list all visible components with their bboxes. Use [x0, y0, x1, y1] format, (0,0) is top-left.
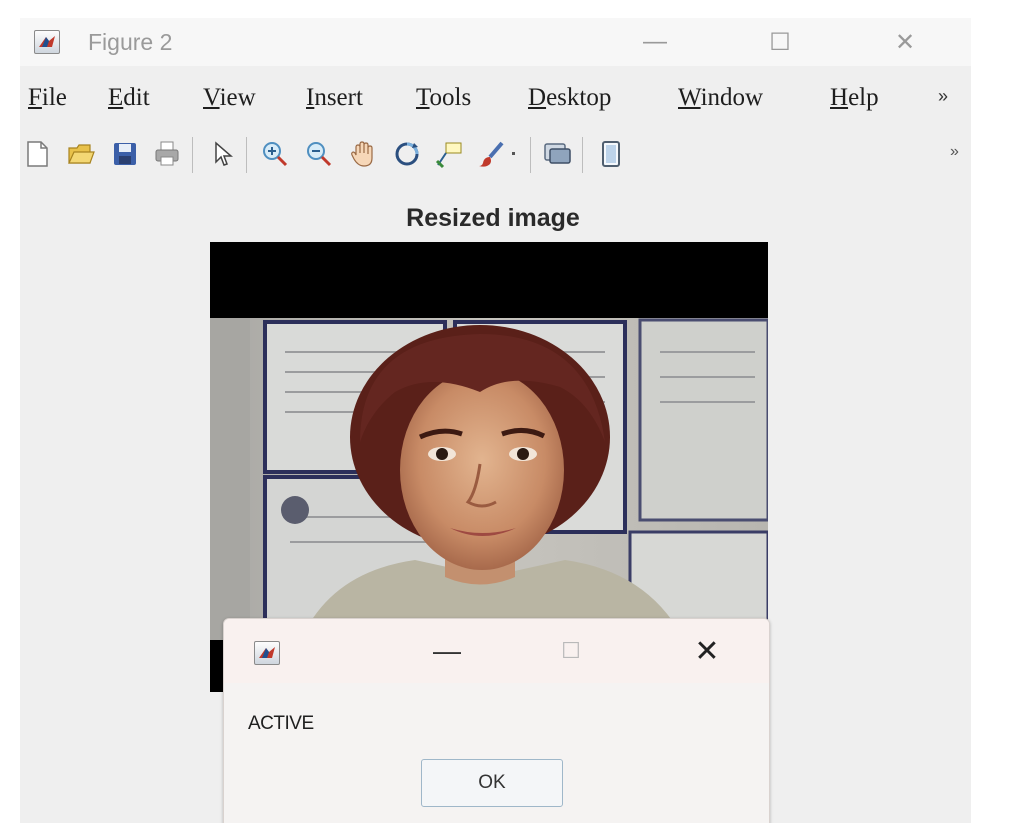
- toolbar-separator: [192, 137, 193, 173]
- toolbar-separator: [246, 137, 247, 173]
- menu-edit[interactable]: Edit: [108, 84, 150, 112]
- insert-colorbar-icon[interactable]: [594, 137, 628, 171]
- rotate-3d-icon[interactable]: [390, 137, 424, 171]
- menu-window-mnemonic: W: [678, 84, 701, 111]
- title-bar: Figure 2 — ☐ ✕: [20, 18, 971, 66]
- matlab-figure-icon: [254, 641, 280, 665]
- toolbar: »: [20, 131, 971, 181]
- open-file-icon[interactable]: [64, 137, 98, 171]
- menu-window-label: indow: [700, 84, 764, 111]
- link-plot-icon[interactable]: [540, 137, 574, 171]
- menu-file[interactable]: File: [28, 84, 67, 112]
- message-dialog: — ☐ ✕ ACTIVE OK: [223, 618, 770, 823]
- menu-help[interactable]: Help: [830, 84, 879, 112]
- dialog-message: ACTIVE: [248, 713, 314, 734]
- data-cursor-icon[interactable]: [432, 137, 466, 171]
- figure-window: Figure 2 — ☐ ✕ File Edit View Insert Too…: [20, 18, 971, 823]
- select-pointer-icon[interactable]: [206, 137, 240, 171]
- menu-desktop-label: esktop: [546, 84, 612, 111]
- menu-help-mnemonic: H: [830, 84, 849, 111]
- menu-file-mnemonic: F: [28, 84, 42, 111]
- zoom-out-icon[interactable]: [302, 137, 336, 171]
- menu-tools-label: ools: [429, 84, 472, 111]
- menu-file-label: ile: [41, 84, 67, 111]
- dialog-close-button[interactable]: ✕: [682, 631, 732, 671]
- print-icon[interactable]: [150, 137, 184, 171]
- zoom-in-icon[interactable]: [258, 137, 292, 171]
- window-title: Figure 2: [88, 29, 173, 55]
- toolbar-overflow-icon[interactable]: »: [950, 143, 959, 161]
- new-figure-icon[interactable]: [20, 137, 54, 171]
- menu-tools[interactable]: Tools: [416, 84, 471, 112]
- menu-insert-label: nsert: [314, 84, 363, 111]
- menu-edit-label: dit: [123, 84, 150, 111]
- menu-view-label: iew: [219, 84, 256, 111]
- close-button[interactable]: ✕: [880, 22, 930, 62]
- save-icon[interactable]: [108, 137, 142, 171]
- toolbar-separator: [582, 137, 583, 173]
- dialog-minimize-button[interactable]: —: [422, 631, 472, 671]
- menu-view-mnemonic: V: [203, 84, 220, 111]
- menu-view[interactable]: View: [203, 84, 256, 112]
- menu-edit-mnemonic: E: [108, 84, 124, 111]
- menu-insert[interactable]: Insert: [306, 84, 363, 112]
- menu-overflow-icon[interactable]: »: [938, 86, 948, 107]
- menu-desktop-mnemonic: D: [528, 84, 547, 111]
- menu-window[interactable]: Window: [678, 84, 763, 112]
- menu-help-label: elp: [848, 84, 879, 111]
- menu-tools-mnemonic: T: [416, 84, 430, 111]
- matlab-figure-icon: [34, 30, 60, 54]
- maximize-button[interactable]: ☐: [755, 22, 805, 62]
- brush-icon[interactable]: [474, 137, 508, 171]
- pan-hand-icon[interactable]: [346, 137, 380, 171]
- menu-desktop[interactable]: Desktop: [528, 84, 611, 112]
- dialog-title-bar: — ☐ ✕: [224, 619, 769, 683]
- ok-button[interactable]: OK: [421, 759, 563, 807]
- axes-title: Resized image: [406, 204, 580, 232]
- toolbar-separator: [530, 137, 531, 173]
- dropdown-arrow-icon[interactable]: [504, 137, 524, 171]
- dialog-maximize-button[interactable]: ☐: [546, 631, 596, 671]
- minimize-button[interactable]: —: [630, 22, 680, 62]
- menu-bar: File Edit View Insert Tools Desktop Wind…: [20, 82, 971, 118]
